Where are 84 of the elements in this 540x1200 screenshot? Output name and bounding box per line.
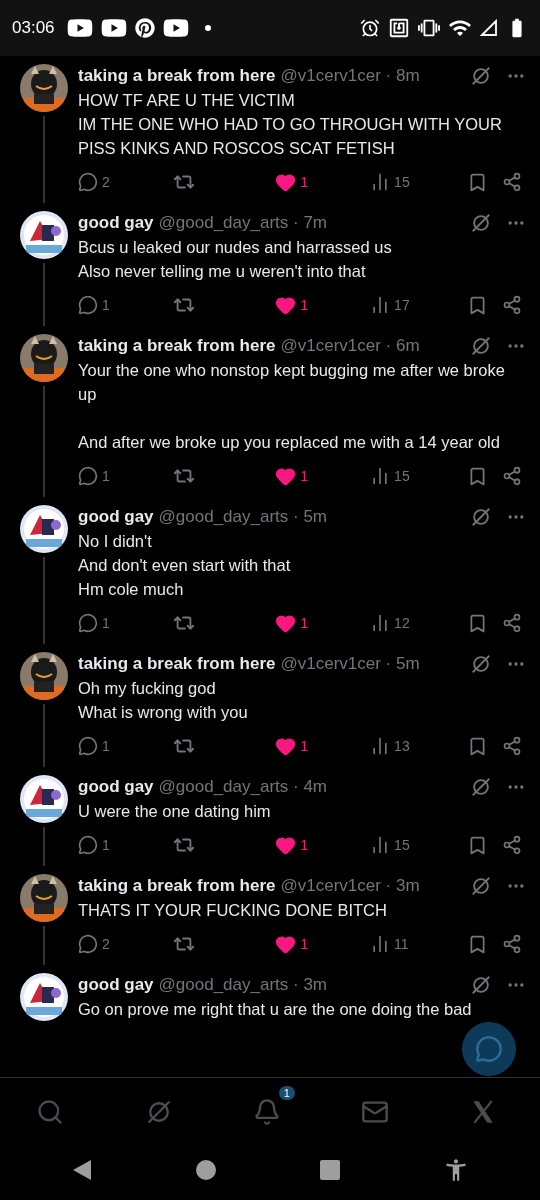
grok-icon[interactable] [470,65,492,87]
views-button[interactable]: 15 [370,466,467,486]
reply-button[interactable]: 1 [78,736,173,756]
grok-icon[interactable] [470,875,492,897]
reply-button[interactable]: 2 [78,934,173,954]
views-button[interactable]: 17 [370,295,467,315]
handle-and-time: @v1cerv1cer · 3m [280,876,420,896]
reply-button[interactable]: 1 [78,613,173,633]
notifications-tab[interactable]: 1 [246,1086,295,1132]
tweet-text: Bcus u leaked our nudes and harrassed us Also never telling me u weren't into that [78,237,393,282]
tweet-text: Go on prove me right that u are the one doing the bad [78,999,473,1020]
handle-and-time: @v1cerv1cer · 8m [280,66,420,86]
accessibility-button[interactable] [443,1157,469,1183]
share-icon[interactable] [502,172,523,192]
pinterest-icon [134,18,155,38]
share-icon[interactable] [502,736,523,756]
reply-icon [78,172,98,192]
share-icon[interactable] [502,295,523,315]
reply-icon [78,466,98,486]
handle-and-time: @v1cerv1cer · 6m [280,336,420,356]
vibrate-icon [418,17,440,39]
grok-icon[interactable] [470,335,492,357]
tweet-text: Your the one who nonstop kept bugging me after we broke up And after we broke up you replaced me with a 14 year old [78,360,506,453]
like-button[interactable]: 1 [275,294,371,316]
reply-icon [78,736,98,756]
user-name[interactable]: good gay [78,975,154,995]
reply-icon [78,934,98,954]
like-button[interactable]: 1 [275,612,371,634]
home-button[interactable] [195,1159,217,1181]
handle-and-time: @v1cerv1cer · 5m [280,654,420,674]
user-name[interactable]: taking a break from here [78,654,276,674]
share-icon[interactable] [502,835,523,855]
like-button[interactable]: 1 [275,834,371,856]
reply-button[interactable]: 1 [78,466,173,486]
views-button[interactable]: 15 [370,835,467,855]
recents-button[interactable] [319,1159,341,1181]
reply-icon [78,835,98,855]
reply-button[interactable]: 1 [78,295,173,315]
user-name[interactable]: taking a break from here [78,336,276,356]
reply-icon [78,295,98,315]
user-name[interactable]: taking a break from here [78,876,276,896]
tweet-text: No I didn't And don't even start with that Hm cole much [78,531,292,600]
clock-time: 03:06 [12,18,55,38]
grok-icon[interactable] [470,212,492,234]
user-name[interactable]: taking a break from here [78,66,276,86]
signal-icon [480,19,498,37]
nfc-icon [388,17,410,39]
user-name[interactable]: good gay [78,507,154,527]
tweet-text: THATS IT YOUR FUCKING DONE BITCH [78,900,388,921]
compose-button[interactable] [462,1022,516,1076]
handle-and-time: @good_day_arts · 3m [158,975,328,995]
like-button[interactable]: 1 [275,933,371,955]
grok-icon[interactable] [470,506,492,528]
search-icon [36,1098,65,1126]
tweet-text: U were the one dating him [78,801,272,822]
like-button[interactable]: 1 [275,735,371,757]
tweet-text: Oh my fucking god What is wrong with you [78,678,249,723]
share-icon[interactable] [502,466,523,486]
reply-icon [78,613,98,633]
handle-and-time: @good_day_arts · 4m [158,777,328,797]
grok-icon[interactable] [470,974,492,996]
reply-button[interactable]: 1 [78,835,173,855]
grok-icon[interactable] [470,776,492,798]
back-button[interactable] [71,1158,93,1182]
user-name[interactable]: good gay [78,777,154,797]
user-name[interactable]: good gay [78,213,154,233]
like-button[interactable]: 1 [275,465,371,487]
handle-and-time: @good_day_arts · 7m [158,213,328,233]
share-icon[interactable] [502,934,523,954]
tweet-text: HOW TF ARE U THE VICTIM IM THE ONE WHO HAD TO GO THROUGH WITH YOUR PISS KINKS AND ROSCOS SCAT FETISH [78,90,503,159]
like-button[interactable]: 1 [275,171,371,193]
notification-count: 1 [278,1086,295,1100]
compose-icon [475,1035,503,1063]
views-button[interactable]: 15 [370,172,467,192]
views-button[interactable]: 13 [370,736,467,756]
views-button[interactable]: 11 [370,934,467,954]
alarm-icon [360,18,380,38]
views-button[interactable]: 12 [370,613,467,633]
share-icon[interactable] [502,613,523,633]
bell-icon [252,1098,281,1126]
grok-icon[interactable] [470,653,492,675]
handle-and-time: @good_day_arts · 5m [158,507,328,527]
reply-button[interactable]: 2 [78,172,173,192]
more-notifications-icon [204,25,211,31]
